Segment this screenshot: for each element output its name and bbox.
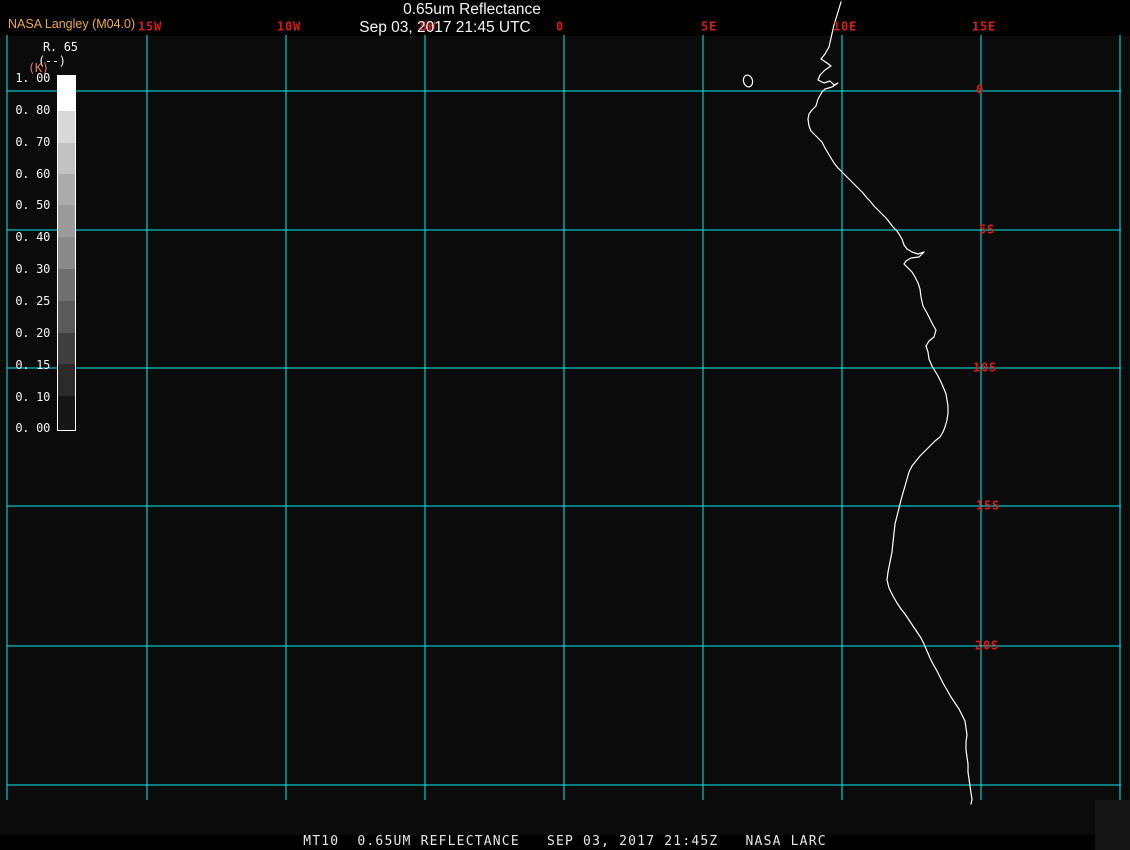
map-overlay xyxy=(6,1,1121,805)
latitude-label: 0 xyxy=(975,82,985,97)
colorbar-segment xyxy=(58,76,75,111)
island-outline xyxy=(742,74,754,88)
colorbar-tick-label: 0. 25 xyxy=(15,294,50,308)
latitude-label: 10S xyxy=(972,360,998,375)
brand-label: NASA Langley (M04.0) xyxy=(8,17,136,31)
longitude-label: 10W xyxy=(276,19,302,34)
colorbar-tick-label: 0. 40 xyxy=(15,230,50,244)
colorbar-tick-label: 0. 70 xyxy=(15,135,50,149)
colorbar-segment xyxy=(58,237,75,269)
longitude-label: 15W xyxy=(137,19,163,34)
colorbar-segment xyxy=(58,396,75,430)
satellite-image-viewer: 15W 10W 5W 0 5E 10E 15E 0 5S 10S 15S 20S NASA Lang… xyxy=(0,0,1130,850)
colorbar-segment xyxy=(58,268,75,301)
coastline-path xyxy=(807,1,973,805)
colorbar-segment xyxy=(58,364,75,397)
colorbar-tick-label: 1. 00 xyxy=(15,71,50,85)
latlon-grid xyxy=(6,35,1121,800)
colorbar-segment xyxy=(58,332,75,365)
status-bar: MT10 0.65UM REFLECTANCE SEP 03, 2017 21:… xyxy=(303,834,827,849)
colorbar-tick-label: 0. 10 xyxy=(15,390,50,404)
longitude-label: 0 xyxy=(555,19,565,34)
colorbar-tick-label: 0. 30 xyxy=(15,262,50,276)
longitude-label: 15E xyxy=(971,19,997,34)
colorbar-tick-label: 0. 80 xyxy=(15,103,50,117)
colorbar-segment xyxy=(58,142,75,175)
colorbar-tick-label: 0. 20 xyxy=(15,326,50,340)
colorbar-segment xyxy=(58,205,75,238)
colorbar-product-label: R. 65 xyxy=(43,40,78,54)
colorbar-tick-label: 0. 50 xyxy=(15,198,50,212)
page-title: 0.65um Reflectance xyxy=(403,1,541,18)
datetime-label: Sep 03, 2017 21:45 UTC xyxy=(359,19,531,36)
colorbar-tick-label: 0. 60 xyxy=(15,167,50,181)
longitude-label: 5E xyxy=(700,19,718,34)
colorbar-scale xyxy=(57,75,76,431)
latitude-label: 15S xyxy=(975,498,1001,513)
latitude-label: 20S xyxy=(974,638,1000,653)
colorbar-segment xyxy=(58,174,75,206)
colorbar-tick-label: 0. 00 xyxy=(15,421,50,435)
colorbar-segment xyxy=(58,300,75,333)
colorbar-tick-label: 0. 15 xyxy=(15,358,50,372)
latitude-label: 5S xyxy=(978,222,996,237)
colorbar-segment xyxy=(58,110,75,143)
longitude-label: 10E xyxy=(832,19,858,34)
